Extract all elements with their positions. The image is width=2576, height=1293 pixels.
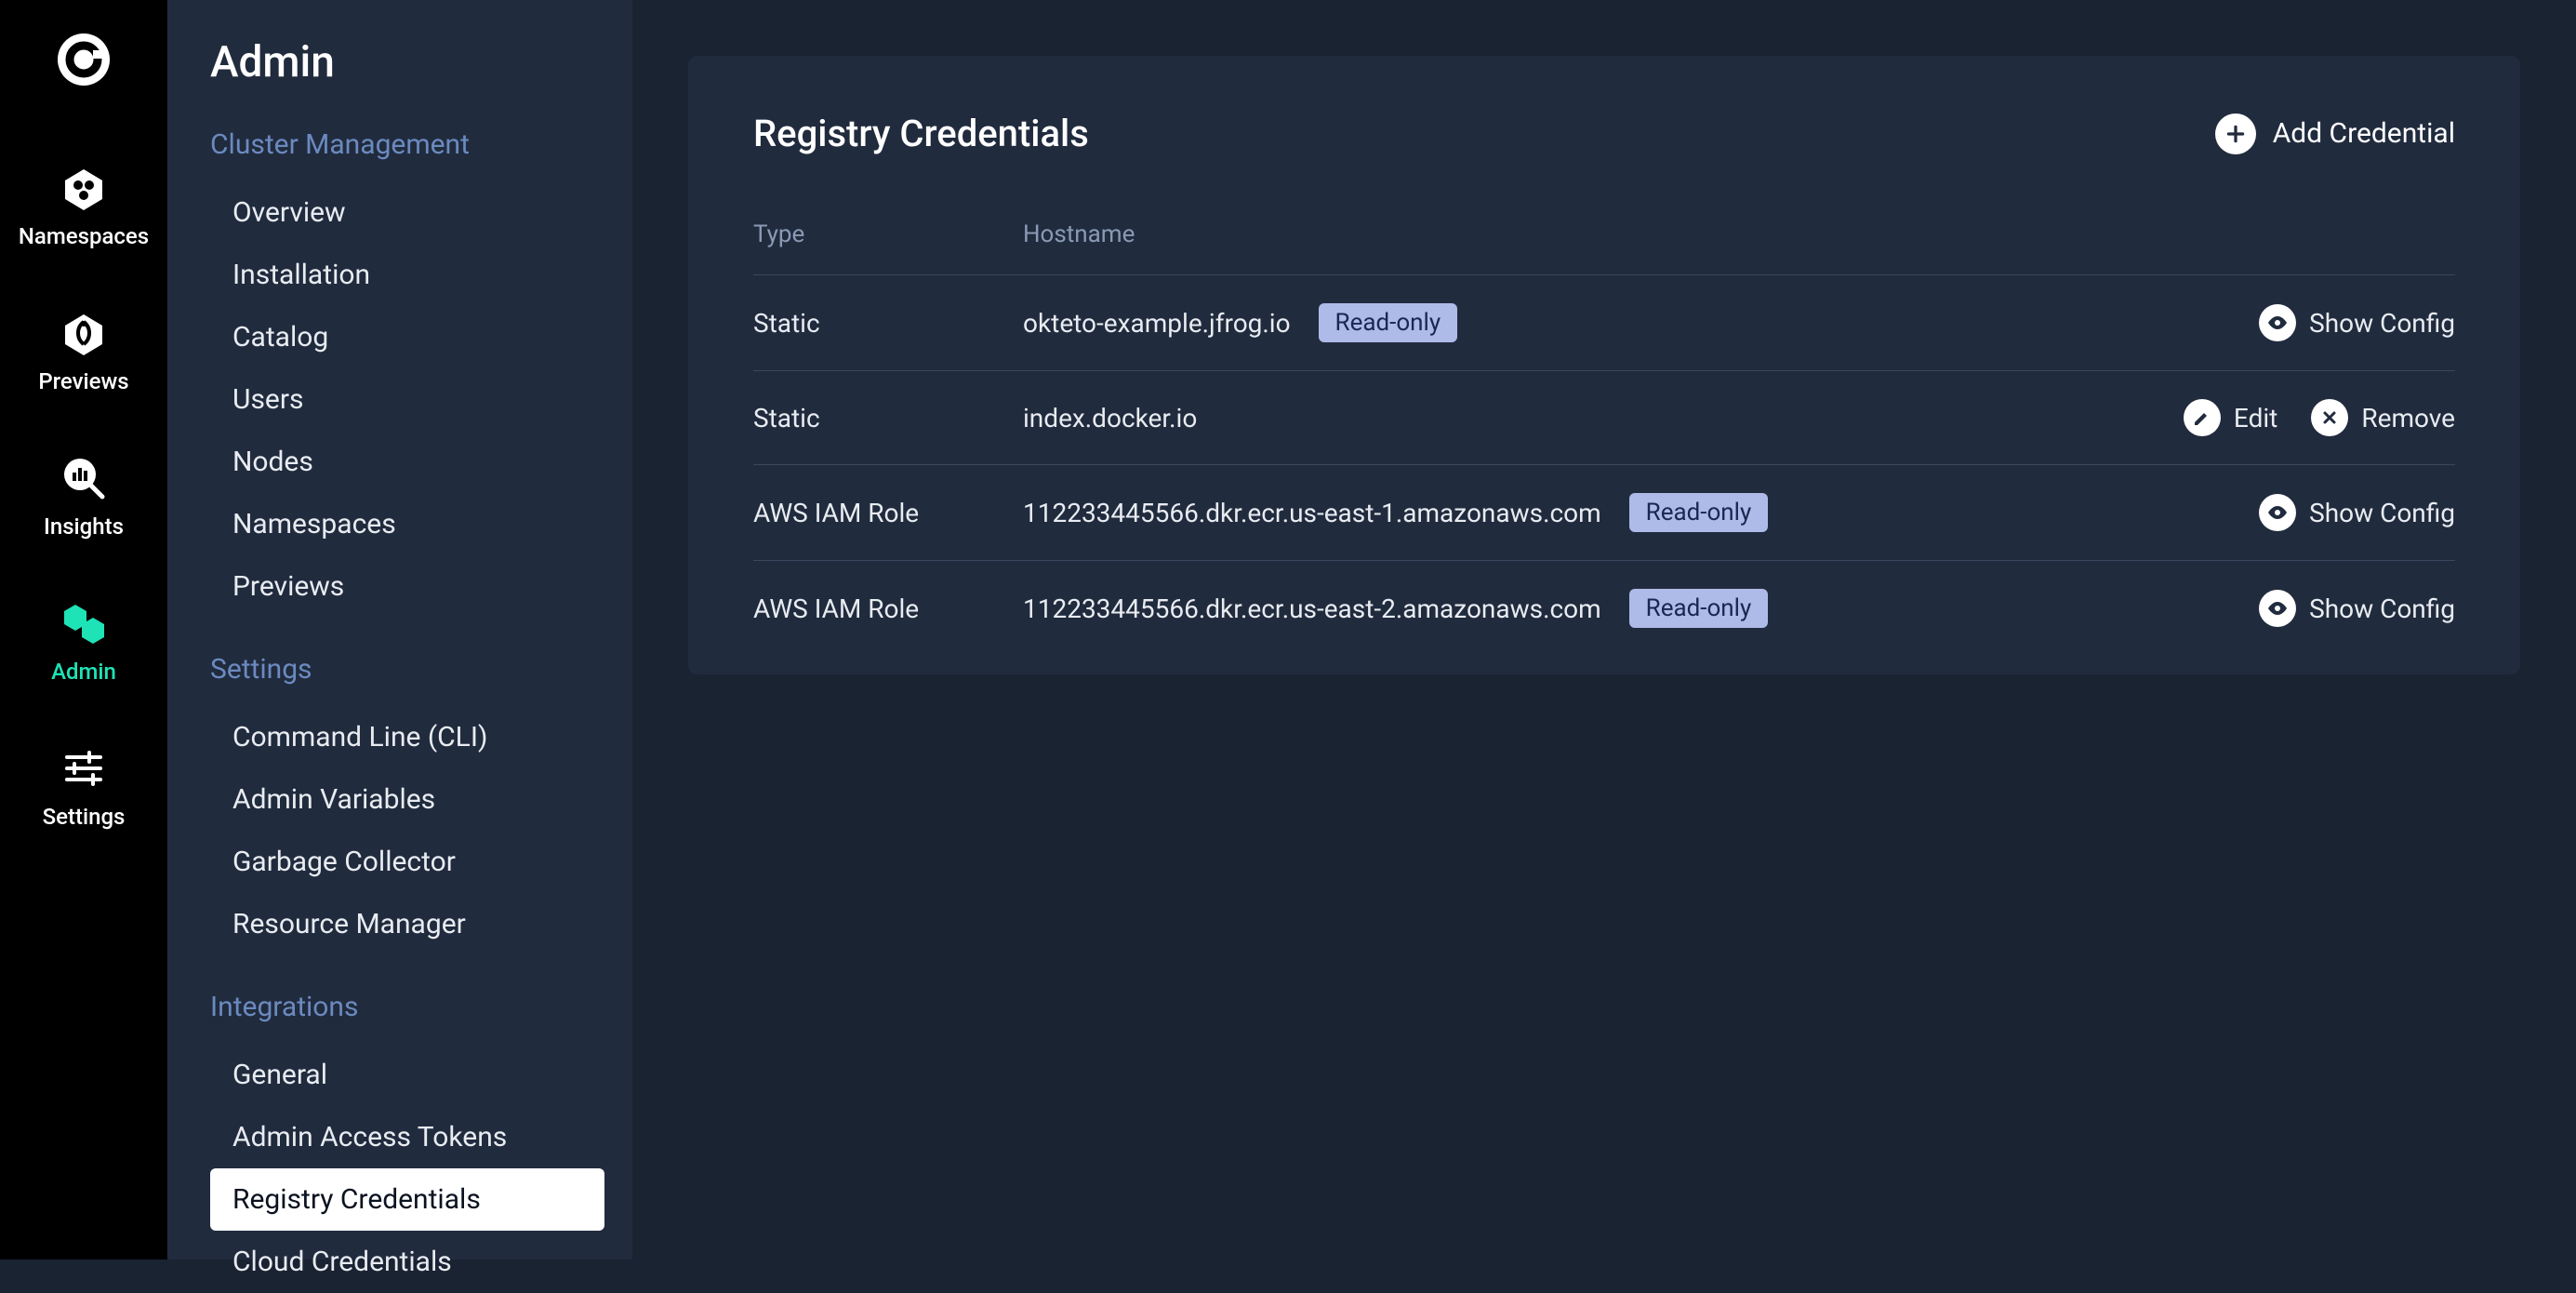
rail-label: Admin: [51, 659, 116, 685]
readonly-badge: Read-only: [1629, 589, 1769, 628]
namespaces-icon: [58, 162, 110, 214]
sidebar-section-header: Cluster Management: [167, 128, 632, 181]
show-config-button[interactable]: Show Config: [2259, 304, 2455, 341]
pencil-icon: [2184, 399, 2221, 436]
cell-type: Static: [753, 275, 1023, 371]
sidebar-item-garbage-collector[interactable]: Garbage Collector: [167, 831, 632, 893]
show-config-button[interactable]: Show Config: [2259, 494, 2455, 531]
table-row: AWS IAM Role112233445566.dkr.ecr.us-east…: [753, 561, 2455, 657]
readonly-badge: Read-only: [1629, 493, 1769, 532]
show-config-button[interactable]: Show Config: [2259, 590, 2455, 627]
sidebar-item-registry-credentials[interactable]: Registry Credentials: [210, 1168, 604, 1231]
sidebar-item-cloud-credentials[interactable]: Cloud Credentials: [167, 1231, 632, 1293]
cell-type: Static: [753, 371, 1023, 465]
sidebar-item-namespaces[interactable]: Namespaces: [167, 493, 632, 555]
rail-item-insights[interactable]: Insights: [44, 452, 124, 540]
action-label: Edit: [2234, 403, 2277, 433]
sidebar-item-installation[interactable]: Installation: [167, 244, 632, 306]
action-label: Show Config: [2309, 498, 2455, 528]
hostname-text: 112233445566.dkr.ecr.us-east-1.amazonaws…: [1023, 498, 1601, 528]
eye-icon: [2259, 304, 2296, 341]
cell-type: AWS IAM Role: [753, 561, 1023, 657]
rail-label: Namespaces: [19, 223, 149, 249]
cell-hostname: okteto-example.jfrog.io Read-only: [1023, 275, 2039, 371]
action-label: Remove: [2361, 403, 2455, 433]
rail-label: Settings: [43, 804, 126, 830]
cell-actions: Edit Remove: [2039, 371, 2455, 465]
table-row: Staticindex.docker.io Edit Remove: [753, 371, 2455, 465]
cell-hostname: index.docker.io: [1023, 371, 2039, 465]
sidebar-section-integrations: Integrations General Admin Access Tokens…: [167, 991, 632, 1293]
rail-item-admin[interactable]: Admin: [51, 597, 116, 685]
eye-icon: [2259, 494, 2296, 531]
cell-actions: Show Config: [2039, 561, 2455, 657]
app-logo: [56, 32, 112, 87]
credentials-table: Type Hostname Staticokteto-example.jfrog…: [753, 220, 2455, 656]
rail-item-settings[interactable]: Settings: [43, 742, 126, 830]
sidebar-item-admin-variables[interactable]: Admin Variables: [167, 768, 632, 831]
hostname-text: 112233445566.dkr.ecr.us-east-2.amazonaws…: [1023, 593, 1601, 624]
admin-icon: [58, 597, 110, 649]
card-header: Registry Credentials Add Credential: [753, 112, 2455, 155]
sidebar-section-header: Settings: [167, 653, 632, 706]
plus-icon: [2215, 113, 2256, 154]
credentials-card: Registry Credentials Add Credential Type…: [688, 56, 2520, 674]
sidebar-section-header: Integrations: [167, 991, 632, 1044]
cell-actions: Show Config: [2039, 275, 2455, 371]
add-credential-button[interactable]: Add Credential: [2215, 113, 2455, 154]
sidebar-item-previews[interactable]: Previews: [167, 555, 632, 618]
hostname-text: okteto-example.jfrog.io: [1023, 308, 1291, 339]
main-content: Registry Credentials Add Credential Type…: [632, 0, 2576, 1260]
add-credential-label: Add Credential: [2273, 117, 2455, 150]
edit-button[interactable]: Edit: [2184, 399, 2277, 436]
rail-label: Insights: [44, 513, 124, 540]
sidebar-item-general[interactable]: General: [167, 1044, 632, 1106]
settings-icon: [58, 742, 110, 794]
rail-nav: Namespaces Previews Insights Admin Setti…: [0, 0, 167, 1260]
sidebar-title: Admin: [167, 37, 632, 128]
insights-icon: [58, 452, 110, 504]
close-icon: [2311, 399, 2348, 436]
rail-item-namespaces[interactable]: Namespaces: [19, 162, 149, 249]
eye-icon: [2259, 590, 2296, 627]
sidebar-item-cli[interactable]: Command Line (CLI): [167, 706, 632, 768]
table-row: AWS IAM Role112233445566.dkr.ecr.us-east…: [753, 465, 2455, 561]
cell-type: AWS IAM Role: [753, 465, 1023, 561]
sidebar: Admin Cluster Management Overview Instal…: [167, 0, 632, 1260]
table-row: Staticokteto-example.jfrog.io Read-only Sh…: [753, 275, 2455, 371]
cell-hostname: 112233445566.dkr.ecr.us-east-1.amazonaws…: [1023, 465, 2039, 561]
sidebar-section-cluster: Cluster Management Overview Installation…: [167, 128, 632, 618]
sidebar-section-settings: Settings Command Line (CLI) Admin Variab…: [167, 653, 632, 955]
hostname-text: index.docker.io: [1023, 403, 1197, 433]
sidebar-item-nodes[interactable]: Nodes: [167, 431, 632, 493]
remove-button[interactable]: Remove: [2311, 399, 2455, 436]
cell-hostname: 112233445566.dkr.ecr.us-east-2.amazonaws…: [1023, 561, 2039, 657]
sidebar-item-overview[interactable]: Overview: [167, 181, 632, 244]
page-title: Registry Credentials: [753, 112, 1089, 155]
col-hostname: Hostname: [1023, 220, 2039, 275]
readonly-badge: Read-only: [1319, 303, 1458, 342]
col-type: Type: [753, 220, 1023, 275]
sidebar-item-catalog[interactable]: Catalog: [167, 306, 632, 368]
cell-actions: Show Config: [2039, 465, 2455, 561]
previews-icon: [58, 307, 110, 359]
rail-label: Previews: [38, 368, 128, 394]
rail-item-previews[interactable]: Previews: [38, 307, 128, 394]
sidebar-item-admin-tokens[interactable]: Admin Access Tokens: [167, 1106, 632, 1168]
sidebar-item-users[interactable]: Users: [167, 368, 632, 431]
sidebar-item-resource-manager[interactable]: Resource Manager: [167, 893, 632, 955]
action-label: Show Config: [2309, 593, 2455, 624]
action-label: Show Config: [2309, 308, 2455, 339]
